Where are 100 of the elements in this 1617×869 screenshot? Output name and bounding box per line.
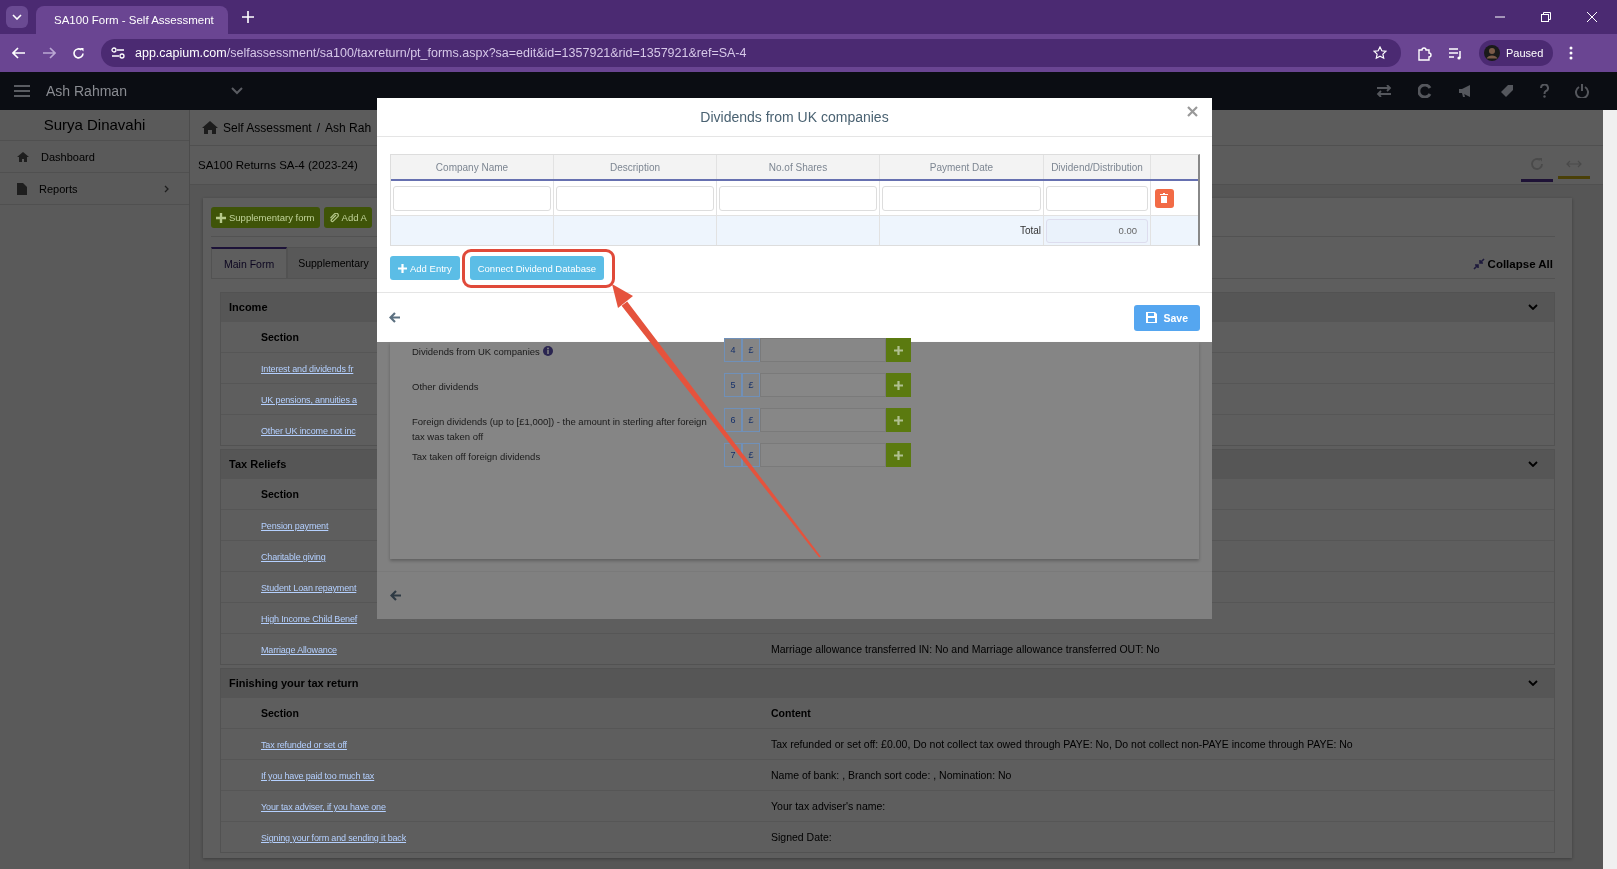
collapse-all-button[interactable]: Collapse All: [1472, 258, 1555, 278]
column-header: Payment Date: [880, 155, 1044, 179]
amount-field[interactable]: [760, 373, 886, 397]
input-field[interactable]: [393, 185, 551, 211]
input-field[interactable]: [556, 185, 714, 211]
plus-icon: [894, 380, 903, 390]
form-tab[interactable]: Supplementary: [287, 247, 380, 278]
chevron-down-icon[interactable]: [231, 87, 243, 95]
add-button[interactable]: [886, 443, 911, 467]
add-button[interactable]: [886, 408, 911, 432]
profile-button[interactable]: Paused: [1479, 40, 1554, 66]
section-link[interactable]: Tax refunded or set off: [261, 740, 347, 750]
section-link[interactable]: Marriage Allowance: [261, 645, 337, 655]
page-title: SA100 Returns SA-4 (2023-24): [198, 159, 358, 171]
back-arrow-icon[interactable]: [389, 312, 401, 323]
amount-field[interactable]: [760, 408, 886, 432]
column-header: Section: [260, 707, 300, 719]
dialog-title: Dividends from UK companies: [700, 109, 889, 125]
media-icon[interactable]: [1448, 46, 1463, 60]
column-header: Company Name: [391, 155, 554, 179]
menu-icon[interactable]: [14, 85, 30, 97]
box-number: 6: [724, 408, 742, 432]
column-header: Section: [260, 488, 300, 500]
input-field[interactable]: [882, 185, 1041, 211]
total-label: Total: [1019, 225, 1041, 236]
section-link[interactable]: Other UK income not inc: [261, 426, 356, 436]
section-link[interactable]: Signing your form and sending it back: [261, 833, 407, 843]
section-link[interactable]: Student Loan repayment: [261, 583, 357, 593]
sidebar-item[interactable]: Reports: [0, 173, 189, 205]
back-arrow-icon[interactable]: [390, 590, 402, 601]
user-name: Surya Dinavahi: [0, 110, 189, 141]
section-header[interactable]: Finishing your tax return: [221, 669, 1554, 697]
section-link[interactable]: Pension payment: [261, 521, 329, 531]
section-link[interactable]: Charitable giving: [261, 552, 326, 562]
collapse-icon: [1472, 258, 1485, 270]
box-number: 5: [724, 373, 742, 397]
section-link[interactable]: High Income Child Benef: [261, 614, 358, 624]
restore-icon[interactable]: [1541, 12, 1551, 22]
column-header: Section: [260, 331, 300, 343]
currency-sign: £: [742, 373, 760, 397]
menu-icon[interactable]: [1569, 46, 1574, 60]
url-text: app.capium.com/selfassessment/sa100/taxreturn/pt_forms.aspx?sa=edit&id=1357921&rid=1357921&ref=SA-4: [135, 46, 747, 60]
delete-button[interactable]: [1154, 188, 1174, 208]
field-label: Foreign dividends (up to [£1,000]) - the amount in sterling after foreign tax was taken off: [412, 415, 708, 444]
currency-sign: £: [742, 408, 760, 432]
back-icon[interactable]: [12, 47, 26, 59]
help-icon[interactable]: [1540, 84, 1549, 98]
logo-icon[interactable]: [1418, 84, 1432, 98]
client-name[interactable]: Ash Rahman: [46, 83, 231, 99]
section-link[interactable]: If you have paid too much tax: [261, 771, 375, 781]
amount-field[interactable]: [760, 338, 886, 362]
new-tab-icon[interactable]: [242, 11, 254, 23]
input-field[interactable]: [1046, 185, 1148, 211]
section-link[interactable]: Interest and dividends fr: [261, 364, 354, 374]
scrollbar[interactable]: [1603, 110, 1617, 869]
sidebar-item[interactable]: Dashboard: [0, 141, 189, 173]
star-icon[interactable]: [1373, 46, 1387, 60]
breadcrumb-link[interactable]: Self Assessment: [223, 120, 312, 135]
trash-icon: [1160, 193, 1168, 203]
tab-list-button[interactable]: [6, 6, 28, 28]
site-info-icon[interactable]: [111, 47, 125, 59]
form-tab[interactable]: Main Form: [211, 247, 288, 278]
breadcrumb-separator: /: [316, 120, 321, 135]
home-icon[interactable]: [202, 121, 218, 134]
tag-icon[interactable]: [1500, 84, 1514, 98]
add-button[interactable]: Add A: [323, 207, 372, 228]
paperclip-icon: [328, 212, 339, 223]
reload-icon[interactable]: [72, 46, 85, 60]
column-header: No.of Shares: [717, 155, 880, 179]
amount-field[interactable]: [760, 443, 886, 467]
currency-sign: £: [742, 338, 760, 362]
save-icon: [1146, 312, 1158, 323]
swap-icon[interactable]: [1376, 85, 1392, 97]
column-header: Content: [771, 707, 812, 719]
section-link[interactable]: UK pensions, annuities a: [261, 395, 357, 405]
plus-icon: [894, 345, 903, 355]
input-field[interactable]: [719, 185, 877, 211]
save-button[interactable]: Save: [1134, 304, 1200, 331]
breadcrumb-link[interactable]: Ash Rah: [325, 120, 372, 135]
plus-icon: [894, 415, 903, 425]
plus-icon: [216, 212, 226, 223]
address-bar[interactable]: app.capium.com/selfassessment/sa100/taxreturn/pt_forms.aspx?sa=edit&id=1357921&rid=1357921&ref=SA-4: [101, 39, 1401, 67]
home-icon: [17, 151, 29, 162]
column-header: Dividend/Distribution: [1044, 155, 1151, 179]
add-button[interactable]: [886, 338, 911, 362]
table-cell-text: Name of bank: , Branch sort code: , Nomination: No: [771, 769, 1013, 781]
plus-icon: [894, 450, 903, 460]
info-icon[interactable]: [542, 346, 553, 356]
tab-title: SA100 Form - Self Assessment: [54, 14, 214, 26]
browser-tab[interactable]: SA100 Form - Self Assessment: [36, 6, 228, 34]
extensions-icon[interactable]: [1417, 45, 1432, 61]
caret-icon: [12, 14, 22, 20]
field-label: Dividends from UK companies: [412, 342, 718, 359]
table-cell-text: Your tax adviser's name:: [771, 800, 887, 812]
table-cell-text: Marriage allowance transferred IN: No and Marriage allowance transferred OUT: No: [771, 643, 1161, 655]
add-button[interactable]: [886, 373, 911, 397]
supplementary-form-button[interactable]: Supplementary form: [211, 207, 320, 228]
forward-icon[interactable]: [42, 47, 56, 59]
section-link[interactable]: Your tax adviser, if you have one: [261, 802, 386, 812]
power-icon[interactable]: [1575, 84, 1589, 98]
